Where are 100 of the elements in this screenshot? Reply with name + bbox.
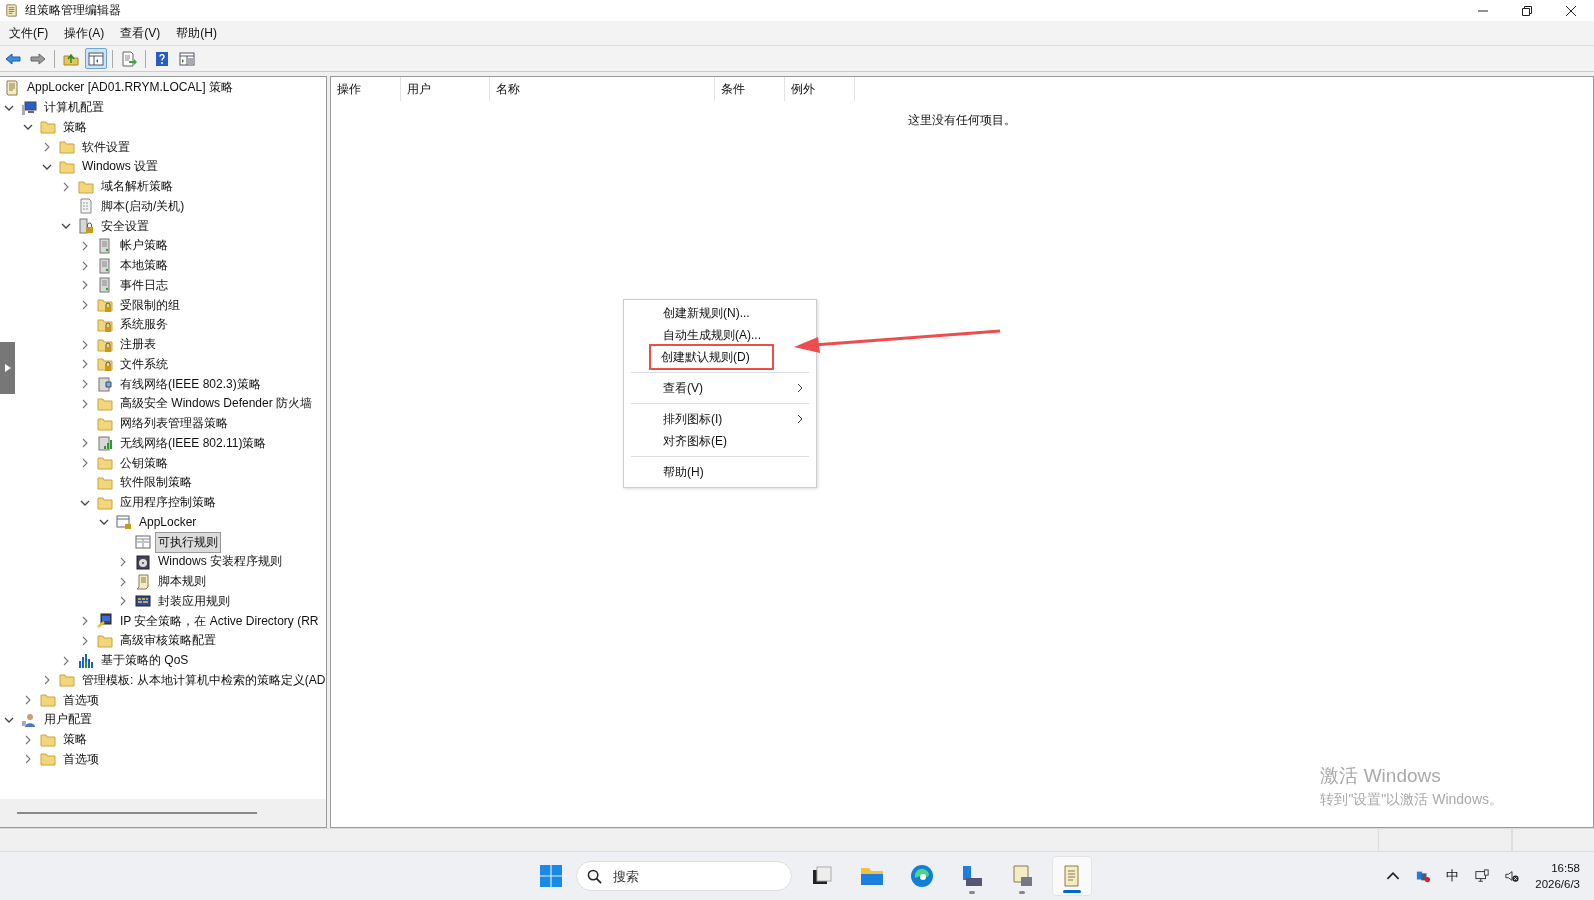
- expand-chevron-icon[interactable]: [61, 655, 71, 666]
- expand-chevron-icon[interactable]: [118, 576, 128, 587]
- tree-item[interactable]: 无线网络(IEEE 802.11)策略: [117, 432, 270, 454]
- start-button[interactable]: [540, 865, 562, 887]
- expand-chevron-icon[interactable]: [80, 240, 90, 251]
- expand-chevron-icon[interactable]: [80, 635, 90, 646]
- context-menu-item[interactable]: 创建默认规则(D): [649, 344, 774, 370]
- tree-item[interactable]: Windows 安装程序规则: [155, 551, 285, 573]
- tree-item[interactable]: 脚本规则: [155, 571, 209, 593]
- tree-item[interactable]: 文件系统: [117, 353, 171, 375]
- clock-date[interactable]: 2026/6/3: [1535, 876, 1580, 892]
- tree-item[interactable]: 封装应用规则: [155, 590, 233, 612]
- expand-chevron-icon[interactable]: [80, 458, 90, 469]
- expand-chevron-icon[interactable]: [80, 616, 90, 627]
- context-menu-item[interactable]: 排列图标(I): [661, 408, 729, 430]
- tree-item[interactable]: 基于策略的 QoS: [98, 650, 192, 672]
- tree-item[interactable]: 应用程序控制策略: [117, 492, 219, 514]
- column-header[interactable]: 用户: [401, 77, 490, 101]
- expand-chevron-icon[interactable]: [42, 142, 52, 153]
- expand-chevron-icon[interactable]: [80, 339, 90, 350]
- activation-title: 激活 Windows: [1320, 764, 1442, 788]
- tree-item[interactable]: 管理模板: 从本地计算机中检索的策略定义(AD: [79, 669, 329, 691]
- policy-document-icon: [4, 79, 20, 96]
- expand-chevron-icon[interactable]: [118, 556, 128, 567]
- scrollbar-thumb[interactable]: [17, 812, 257, 814]
- tree-item[interactable]: 本地策略: [117, 255, 171, 277]
- restore-icon[interactable]: [1522, 5, 1532, 16]
- expand-chevron-icon[interactable]: [80, 398, 90, 409]
- document-server-icon: [1010, 864, 1034, 888]
- tree-item[interactable]: 域名解析策略: [98, 176, 176, 198]
- expand-chevron-icon[interactable]: [80, 300, 90, 311]
- column-header[interactable]: 名称: [490, 77, 715, 101]
- muted-speaker-icon[interactable]: [1505, 869, 1520, 883]
- expand-chevron-icon[interactable]: [23, 734, 33, 745]
- expand-chevron-icon[interactable]: [80, 438, 90, 449]
- expand-chevron-icon[interactable]: [80, 359, 90, 370]
- expand-chevron-icon[interactable]: [23, 695, 33, 706]
- tree-item[interactable]: 计算机配置: [41, 97, 107, 119]
- side-panel-handle[interactable]: [0, 342, 15, 394]
- expand-chevron-icon[interactable]: [61, 181, 71, 192]
- context-menu-item[interactable]: 对齐图标(E): [661, 430, 733, 452]
- context-menu-item[interactable]: 帮助(H): [661, 461, 710, 483]
- computer-icon: [21, 99, 37, 116]
- tree-item[interactable]: 网络列表管理器策略: [117, 413, 231, 435]
- expand-chevron-icon[interactable]: [23, 754, 33, 765]
- tree-item[interactable]: 安全设置: [98, 215, 152, 237]
- tree-item[interactable]: 高级安全 Windows Defender 防火墙: [117, 393, 316, 415]
- context-menu-item[interactable]: 创建新规则(N)...: [661, 302, 756, 324]
- tree-item[interactable]: 软件限制策略: [117, 472, 195, 494]
- tree-item[interactable]: 有线网络(IEEE 802.3)策略: [117, 373, 264, 395]
- tree-item[interactable]: 策略: [60, 116, 90, 138]
- tree-item[interactable]: Windows 设置: [79, 156, 161, 178]
- locked-folder-icon: [97, 336, 113, 353]
- menu-item[interactable]: 查看(V): [113, 24, 168, 42]
- tree-item[interactable]: 首选项: [60, 748, 102, 770]
- menu-item[interactable]: 帮助(H): [169, 24, 224, 42]
- expand-chevron-icon[interactable]: [80, 379, 90, 390]
- secured-server-icon: [78, 218, 94, 235]
- tree-item[interactable]: AppLocker: [136, 513, 200, 532]
- column-header[interactable]: 条件: [715, 77, 785, 101]
- locked-folder-icon: [97, 356, 113, 373]
- expand-chevron-icon[interactable]: [42, 675, 52, 686]
- activation-message: 转到"设置"以激活 Windows。: [1320, 791, 1503, 809]
- menu-item[interactable]: 文件(F): [2, 24, 56, 42]
- bar-chart-icon: [78, 652, 94, 669]
- tree-item[interactable]: 软件设置: [79, 136, 133, 158]
- tree-item[interactable]: AppLocker [AD01.RRYM.LOCAL] 策略: [24, 77, 236, 99]
- tree-item[interactable]: IP 安全策略，在 Active Directory (RR: [117, 610, 322, 632]
- tree-item[interactable]: 可执行规则: [155, 531, 221, 553]
- tree-item[interactable]: 高级审核策略配置: [117, 630, 219, 652]
- expand-chevron-icon[interactable]: [80, 260, 90, 271]
- context-menu-item[interactable]: 查看(V): [661, 377, 709, 399]
- disc-box-icon: [135, 553, 151, 570]
- network-status-icon[interactable]: [1416, 869, 1431, 883]
- tree-item[interactable]: 系统服务: [117, 314, 171, 336]
- close-icon[interactable]: [1566, 5, 1576, 16]
- column-header[interactable]: 例外: [785, 77, 855, 101]
- expand-chevron-icon[interactable]: [118, 596, 128, 607]
- window-title: 组策略管理编辑器: [25, 2, 121, 19]
- tree-item[interactable]: 用户配置: [41, 709, 95, 731]
- folder-icon: [97, 395, 113, 412]
- menu-item[interactable]: 操作(A): [57, 24, 112, 42]
- context-menu-item[interactable]: 自动生成规则(A)...: [661, 324, 767, 346]
- input-method-indicator[interactable]: 中: [1446, 867, 1460, 885]
- tree-item[interactable]: 首选项: [60, 689, 102, 711]
- tree-item[interactable]: 事件日志: [117, 274, 171, 296]
- monitor-icon[interactable]: [1475, 869, 1490, 883]
- tree-item[interactable]: 受限制的组: [117, 294, 183, 316]
- tree-item[interactable]: 帐户策略: [117, 235, 171, 257]
- browser-icon: [910, 864, 934, 888]
- search-field[interactable]: 搜索: [576, 861, 792, 891]
- tree-item[interactable]: 公钥策略: [117, 452, 171, 474]
- expand-chevron-icon[interactable]: [80, 280, 90, 291]
- toolbar-button[interactable]: [85, 48, 107, 69]
- tree-item[interactable]: 脚本(启动/关机): [98, 195, 188, 217]
- clock-time[interactable]: 16:58: [1551, 860, 1580, 876]
- tree-item[interactable]: 策略: [60, 729, 90, 751]
- column-header[interactable]: 操作: [331, 77, 401, 101]
- tree-item[interactable]: 注册表: [117, 334, 159, 356]
- action-pane-icon: [179, 50, 195, 67]
